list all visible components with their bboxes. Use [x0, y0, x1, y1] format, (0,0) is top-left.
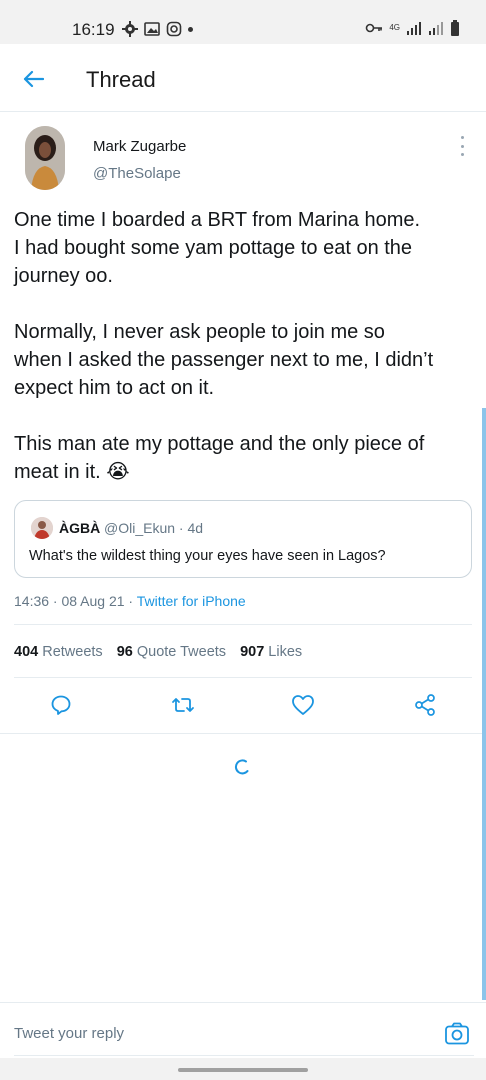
signal-icon: [407, 22, 421, 35]
network-type-label: 4G: [389, 23, 400, 32]
quote-tweets-stat[interactable]: 96 Quote Tweets: [117, 644, 226, 660]
tweet-text: One time I boarded a BRT from Marina hom…: [14, 206, 476, 486]
status-time: 16:19: [72, 20, 115, 39]
retweet-icon: [172, 698, 194, 712]
author-name[interactable]: Mark Zugarbe: [93, 138, 186, 155]
likes-label: Likes: [268, 644, 303, 660]
quoted-avatar-photo: [31, 517, 53, 539]
quoted-tweet-text: What's the wildest thing your eyes have …: [29, 548, 386, 564]
retweets-stat[interactable]: 404 Retweets: [14, 644, 103, 660]
more-dot-icon: [460, 153, 464, 156]
retweets-count: 404: [14, 644, 39, 660]
like-button[interactable]: [288, 690, 318, 720]
back-button[interactable]: [18, 64, 48, 94]
divider: [14, 624, 472, 625]
quoted-avatar: [31, 517, 53, 539]
settings-icon: [122, 21, 138, 37]
retweets-label: Retweets: [42, 644, 103, 660]
author-avatar[interactable]: [25, 126, 65, 190]
vpn-key-icon: [366, 23, 383, 33]
tweet-paragraph: Normally, I never ask people to join me …: [14, 321, 434, 399]
timestamp-text: 14:36 · 08 Aug 21 ·: [14, 593, 137, 609]
quoted-author-name: ÀGBÀ: [59, 520, 101, 536]
reply-composer: Tweet your reply: [0, 1002, 486, 1058]
app-header: Thread: [0, 44, 486, 112]
reply-input[interactable]: Tweet your reply: [14, 1025, 124, 1042]
signal-secondary-icon: [429, 22, 443, 35]
camera-icon: [445, 1022, 469, 1045]
avatar-photo: [25, 126, 65, 190]
gallery-icon: [144, 22, 160, 36]
reply-icon: [51, 695, 71, 715]
status-bar: 16:19 4G: [0, 0, 486, 44]
more-dot-icon: [460, 136, 464, 139]
divider: [14, 677, 472, 678]
share-icon: [415, 694, 435, 716]
system-nav-bar: [0, 1058, 486, 1080]
camera-button[interactable]: [444, 1021, 470, 1047]
heart-icon: [292, 695, 314, 715]
more-dot-icon: [460, 144, 464, 148]
tweet-timestamp: 14:36 · 08 Aug 21 · Twitter for iPhone: [14, 593, 246, 609]
quoted-tweet[interactable]: ÀGBÀ @Oli_Ekun · 4d What's the wildest t…: [14, 500, 472, 578]
share-button[interactable]: [410, 690, 440, 720]
author-handle[interactable]: @TheSolape: [93, 165, 181, 182]
notification-dot-icon: [188, 26, 193, 32]
quote-tweets-count: 96: [116, 644, 133, 660]
page-title: Thread: [86, 67, 156, 92]
spinner-icon: [234, 759, 249, 775]
loading-spinner: [232, 757, 252, 777]
more-options-button[interactable]: [453, 136, 471, 156]
likes-stat[interactable]: 907 Likes: [240, 644, 302, 660]
tweet-stats: 404 Retweets 96 Quote Tweets 907 Likes: [14, 644, 302, 660]
tweet-paragraph: This man ate my pottage and the only pie…: [14, 433, 425, 483]
reply-button[interactable]: [46, 690, 76, 720]
divider: [0, 733, 486, 734]
tweet-actions: [0, 690, 486, 724]
back-arrow-icon: [23, 70, 44, 88]
quoted-author-meta: @Oli_Ekun · 4d: [104, 520, 204, 536]
retweet-button[interactable]: [168, 690, 198, 720]
reply-underline: [14, 1055, 474, 1056]
tweet-paragraph: One time I boarded a BRT from Marina hom…: [14, 209, 421, 287]
tweet-source-link[interactable]: Twitter for iPhone: [137, 593, 246, 609]
gesture-handle[interactable]: [178, 1068, 308, 1072]
instagram-icon: [166, 21, 182, 37]
likes-count: 907: [240, 644, 265, 660]
battery-icon: [451, 20, 459, 36]
quote-tweets-label: Quote Tweets: [136, 644, 227, 660]
scrollbar[interactable]: [482, 408, 486, 1000]
